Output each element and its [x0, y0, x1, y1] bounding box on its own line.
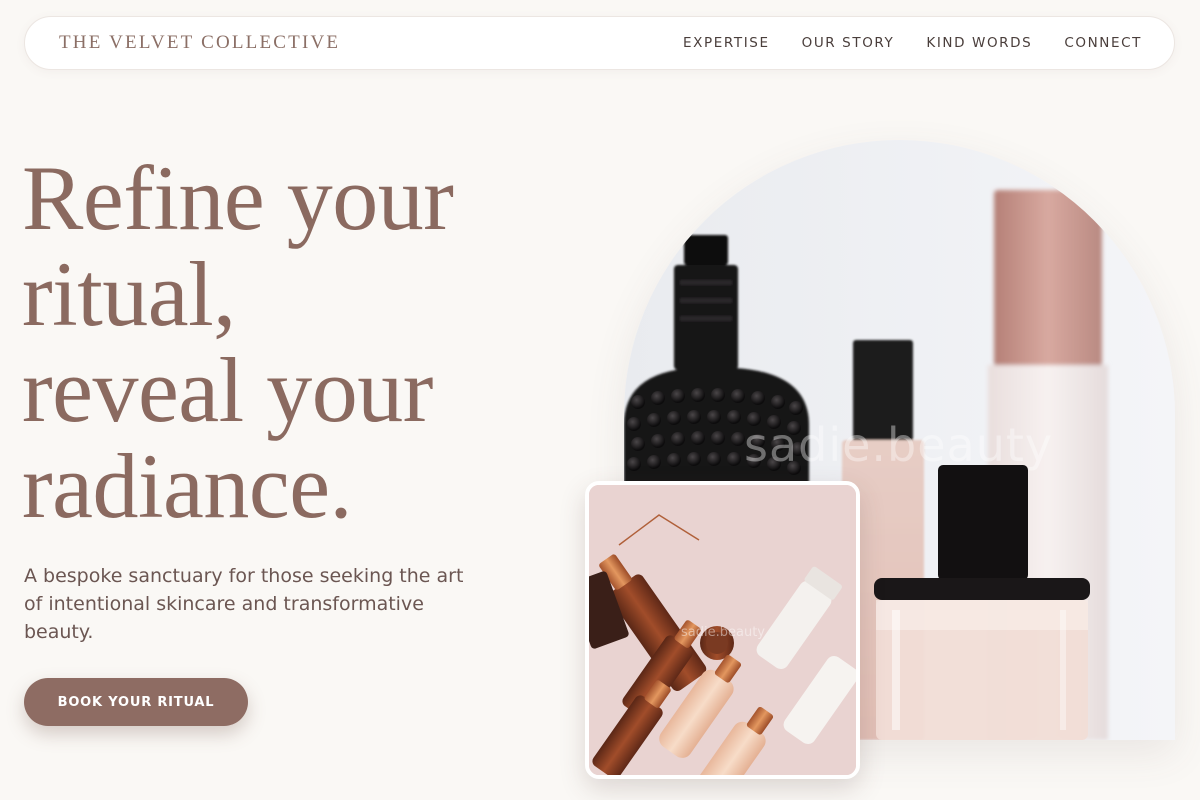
nav-link-our-story[interactable]: OUR STORY: [802, 35, 895, 51]
headline-line-2: ritual,: [22, 243, 236, 345]
inset-product-image: sadie.beauty: [585, 481, 860, 779]
hero-headline: Refine your ritual, reveal your radiance…: [22, 150, 542, 534]
image-watermark: sadie.beauty: [744, 418, 1054, 472]
book-ritual-button[interactable]: BOOK YOUR RITUAL: [24, 678, 248, 726]
headline-line-4: radiance.: [22, 435, 353, 537]
nav-link-kind-words[interactable]: KIND WORDS: [926, 35, 1032, 51]
nav-link-connect[interactable]: CONNECT: [1064, 35, 1142, 51]
brand-logo[interactable]: THE VELVET COLLECTIVE: [59, 32, 340, 54]
top-navigation: THE VELVET COLLECTIVE EXPERTISE OUR STOR…: [24, 16, 1175, 70]
headline-line-1: Refine your: [22, 147, 454, 249]
nav-links: EXPERTISE OUR STORY KIND WORDS CONNECT: [683, 35, 1142, 51]
headline-line-3: reveal your: [22, 339, 433, 441]
nav-link-expertise[interactable]: EXPERTISE: [683, 35, 770, 51]
hero-subtitle: A bespoke sanctuary for those seeking th…: [24, 565, 464, 643]
inset-image-watermark: sadie.beauty: [681, 625, 765, 640]
